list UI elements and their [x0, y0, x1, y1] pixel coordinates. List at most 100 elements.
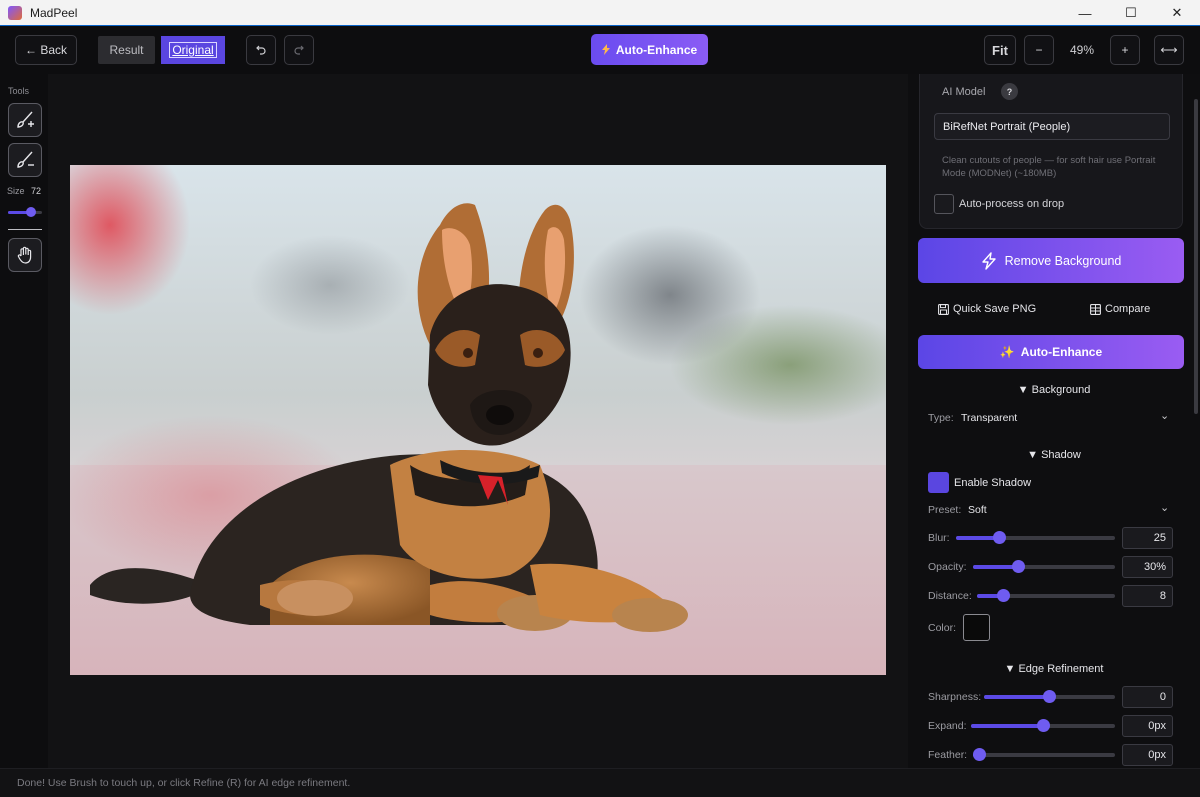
- auto-process-checkbox[interactable]: [934, 194, 954, 214]
- window-controls: — ☐ ✕: [1062, 0, 1200, 26]
- enable-shadow-checkbox[interactable]: [928, 472, 949, 493]
- sharpness-slider[interactable]: [984, 690, 1115, 703]
- close-button[interactable]: ✕: [1154, 0, 1200, 26]
- image-canvas[interactable]: [48, 74, 908, 768]
- distance-slider[interactable]: [977, 589, 1115, 602]
- quick-save-label: Quick Save PNG: [953, 303, 1037, 315]
- chevron-down-icon[interactable]: ⌄: [1160, 501, 1169, 514]
- remove-background-label: Remove Background: [1004, 253, 1122, 268]
- enable-shadow-label: Enable Shadow: [954, 477, 1032, 489]
- feather-slider[interactable]: [973, 748, 1115, 761]
- distance-slider-knob[interactable]: [997, 589, 1010, 602]
- dog-photo: [70, 165, 886, 675]
- auto-enhance-top-button[interactable]: Auto-Enhance: [591, 34, 708, 65]
- size-label: Size: [7, 186, 25, 196]
- remove-background-button[interactable]: Remove Background: [918, 238, 1184, 283]
- redo-icon: [294, 45, 304, 55]
- fit-width-button[interactable]: ⟷: [1154, 35, 1184, 65]
- expand-label: Expand:: [928, 720, 967, 732]
- brush-size-slider[interactable]: [8, 207, 42, 217]
- blur-slider-knob[interactable]: [993, 531, 1006, 544]
- status-bar: Done! Use Brush to touch up, or click Re…: [0, 768, 1200, 797]
- ai-model-label: AI Model: [942, 86, 986, 98]
- blur-value[interactable]: 25: [1122, 527, 1173, 549]
- expand-slider-knob[interactable]: [1037, 719, 1050, 732]
- auto-process-label: Auto-process on drop: [959, 198, 1065, 210]
- redo-button[interactable]: [284, 35, 314, 65]
- status-message: Done! Use Brush to touch up, or click Re…: [17, 777, 351, 789]
- lightning-outline-icon: [981, 251, 996, 270]
- brush-size-knob[interactable]: [26, 207, 36, 217]
- tools-label: Tools: [8, 86, 30, 96]
- help-button[interactable]: ?: [1001, 83, 1018, 100]
- ai-model-select[interactable]: BiRefNet Portrait (People): [934, 113, 1170, 140]
- brush-erase-tool[interactable]: [8, 143, 42, 177]
- bg-type-label: Type:: [928, 412, 954, 424]
- app-logo-icon: [8, 5, 22, 20]
- opacity-value[interactable]: 30%: [1122, 556, 1173, 578]
- top-toolbar: ← Back Result Original Auto-Enhance Fit …: [0, 26, 1200, 74]
- expand-value[interactable]: 0px: [1122, 715, 1173, 737]
- sharpness-slider-knob[interactable]: [1043, 690, 1056, 703]
- background-section-header[interactable]: ▼ Background: [908, 384, 1200, 396]
- sparkle-icon: ✨: [999, 345, 1015, 359]
- expand-slider-fill: [971, 724, 1043, 728]
- feather-slider-knob[interactable]: [973, 748, 986, 761]
- panel-scrollbar[interactable]: [1194, 99, 1198, 414]
- size-value: 72: [31, 186, 42, 196]
- shadow-color-swatch[interactable]: [963, 614, 990, 641]
- quick-save-button[interactable]: Quick Save PNG: [938, 303, 1036, 315]
- sharpness-slider-fill: [984, 695, 1050, 699]
- shadow-color-label: Color:: [928, 622, 957, 634]
- brush-erase-icon: [17, 151, 34, 168]
- app-window: MadPeel — ☐ ✕ ← Back Result Original Aut…: [0, 0, 1200, 797]
- original-toggle-label: Original: [169, 42, 217, 58]
- opacity-label: Opacity:: [928, 561, 967, 573]
- compare-button[interactable]: Compare: [1090, 303, 1150, 315]
- minimize-button[interactable]: —: [1062, 0, 1108, 26]
- bg-type-select[interactable]: Transparent: [961, 412, 1017, 424]
- ai-model-card: AI Model ? BiRefNet Portrait (People) Cl…: [919, 74, 1183, 229]
- hand-tool[interactable]: [8, 238, 42, 272]
- window-title: MadPeel: [30, 5, 78, 20]
- compare-label: Compare: [1105, 303, 1151, 315]
- brush-add-icon: [17, 111, 34, 128]
- preset-select[interactable]: Soft: [968, 504, 987, 516]
- blur-slider[interactable]: [956, 531, 1115, 544]
- sharpness-value[interactable]: 0: [1122, 686, 1173, 708]
- title-bar: MadPeel — ☐ ✕: [0, 0, 1200, 26]
- fit-button[interactable]: Fit: [984, 35, 1016, 65]
- feather-label: Feather:: [928, 749, 968, 761]
- preset-label: Preset:: [928, 504, 962, 516]
- distance-label: Distance:: [928, 590, 972, 602]
- zoom-level: 49%: [1069, 43, 1095, 57]
- tools-sidebar: Tools Size 72: [0, 74, 48, 768]
- expand-slider[interactable]: [971, 719, 1115, 732]
- opacity-slider[interactable]: [973, 560, 1115, 573]
- edge-refinement-section-header[interactable]: ▼ Edge Refinement: [908, 663, 1200, 675]
- auto-enhance-top-label: Auto-Enhance: [615, 42, 698, 57]
- ai-model-description: Clean cutouts of people — for soft hair …: [942, 155, 1156, 179]
- zoom-out-button[interactable]: −: [1024, 35, 1054, 65]
- back-button[interactable]: ← Back: [15, 35, 77, 65]
- feather-value[interactable]: 0px: [1122, 744, 1173, 766]
- lightning-icon: [601, 44, 610, 55]
- undo-button[interactable]: [246, 35, 276, 65]
- opacity-slider-knob[interactable]: [1012, 560, 1025, 573]
- blur-label: Blur:: [928, 532, 950, 544]
- undo-icon: [256, 45, 266, 55]
- save-icon: [938, 303, 949, 315]
- shadow-section-header[interactable]: ▼ Shadow: [908, 449, 1200, 461]
- result-toggle[interactable]: Result: [98, 36, 155, 64]
- maximize-button[interactable]: ☐: [1108, 0, 1154, 26]
- distance-value[interactable]: 8: [1122, 585, 1173, 607]
- original-toggle[interactable]: Original: [161, 36, 225, 64]
- chevron-down-icon[interactable]: ⌄: [1160, 409, 1169, 422]
- auto-enhance-label: Auto-Enhance: [1020, 345, 1103, 359]
- auto-enhance-button[interactable]: ✨ Auto-Enhance: [918, 335, 1184, 369]
- zoom-in-button[interactable]: +: [1110, 35, 1140, 65]
- hand-icon: [17, 246, 32, 264]
- compare-grid-icon: [1090, 303, 1101, 315]
- brush-add-tool[interactable]: [8, 103, 42, 137]
- settings-panel: AI Model ? BiRefNet Portrait (People) Cl…: [908, 74, 1200, 768]
